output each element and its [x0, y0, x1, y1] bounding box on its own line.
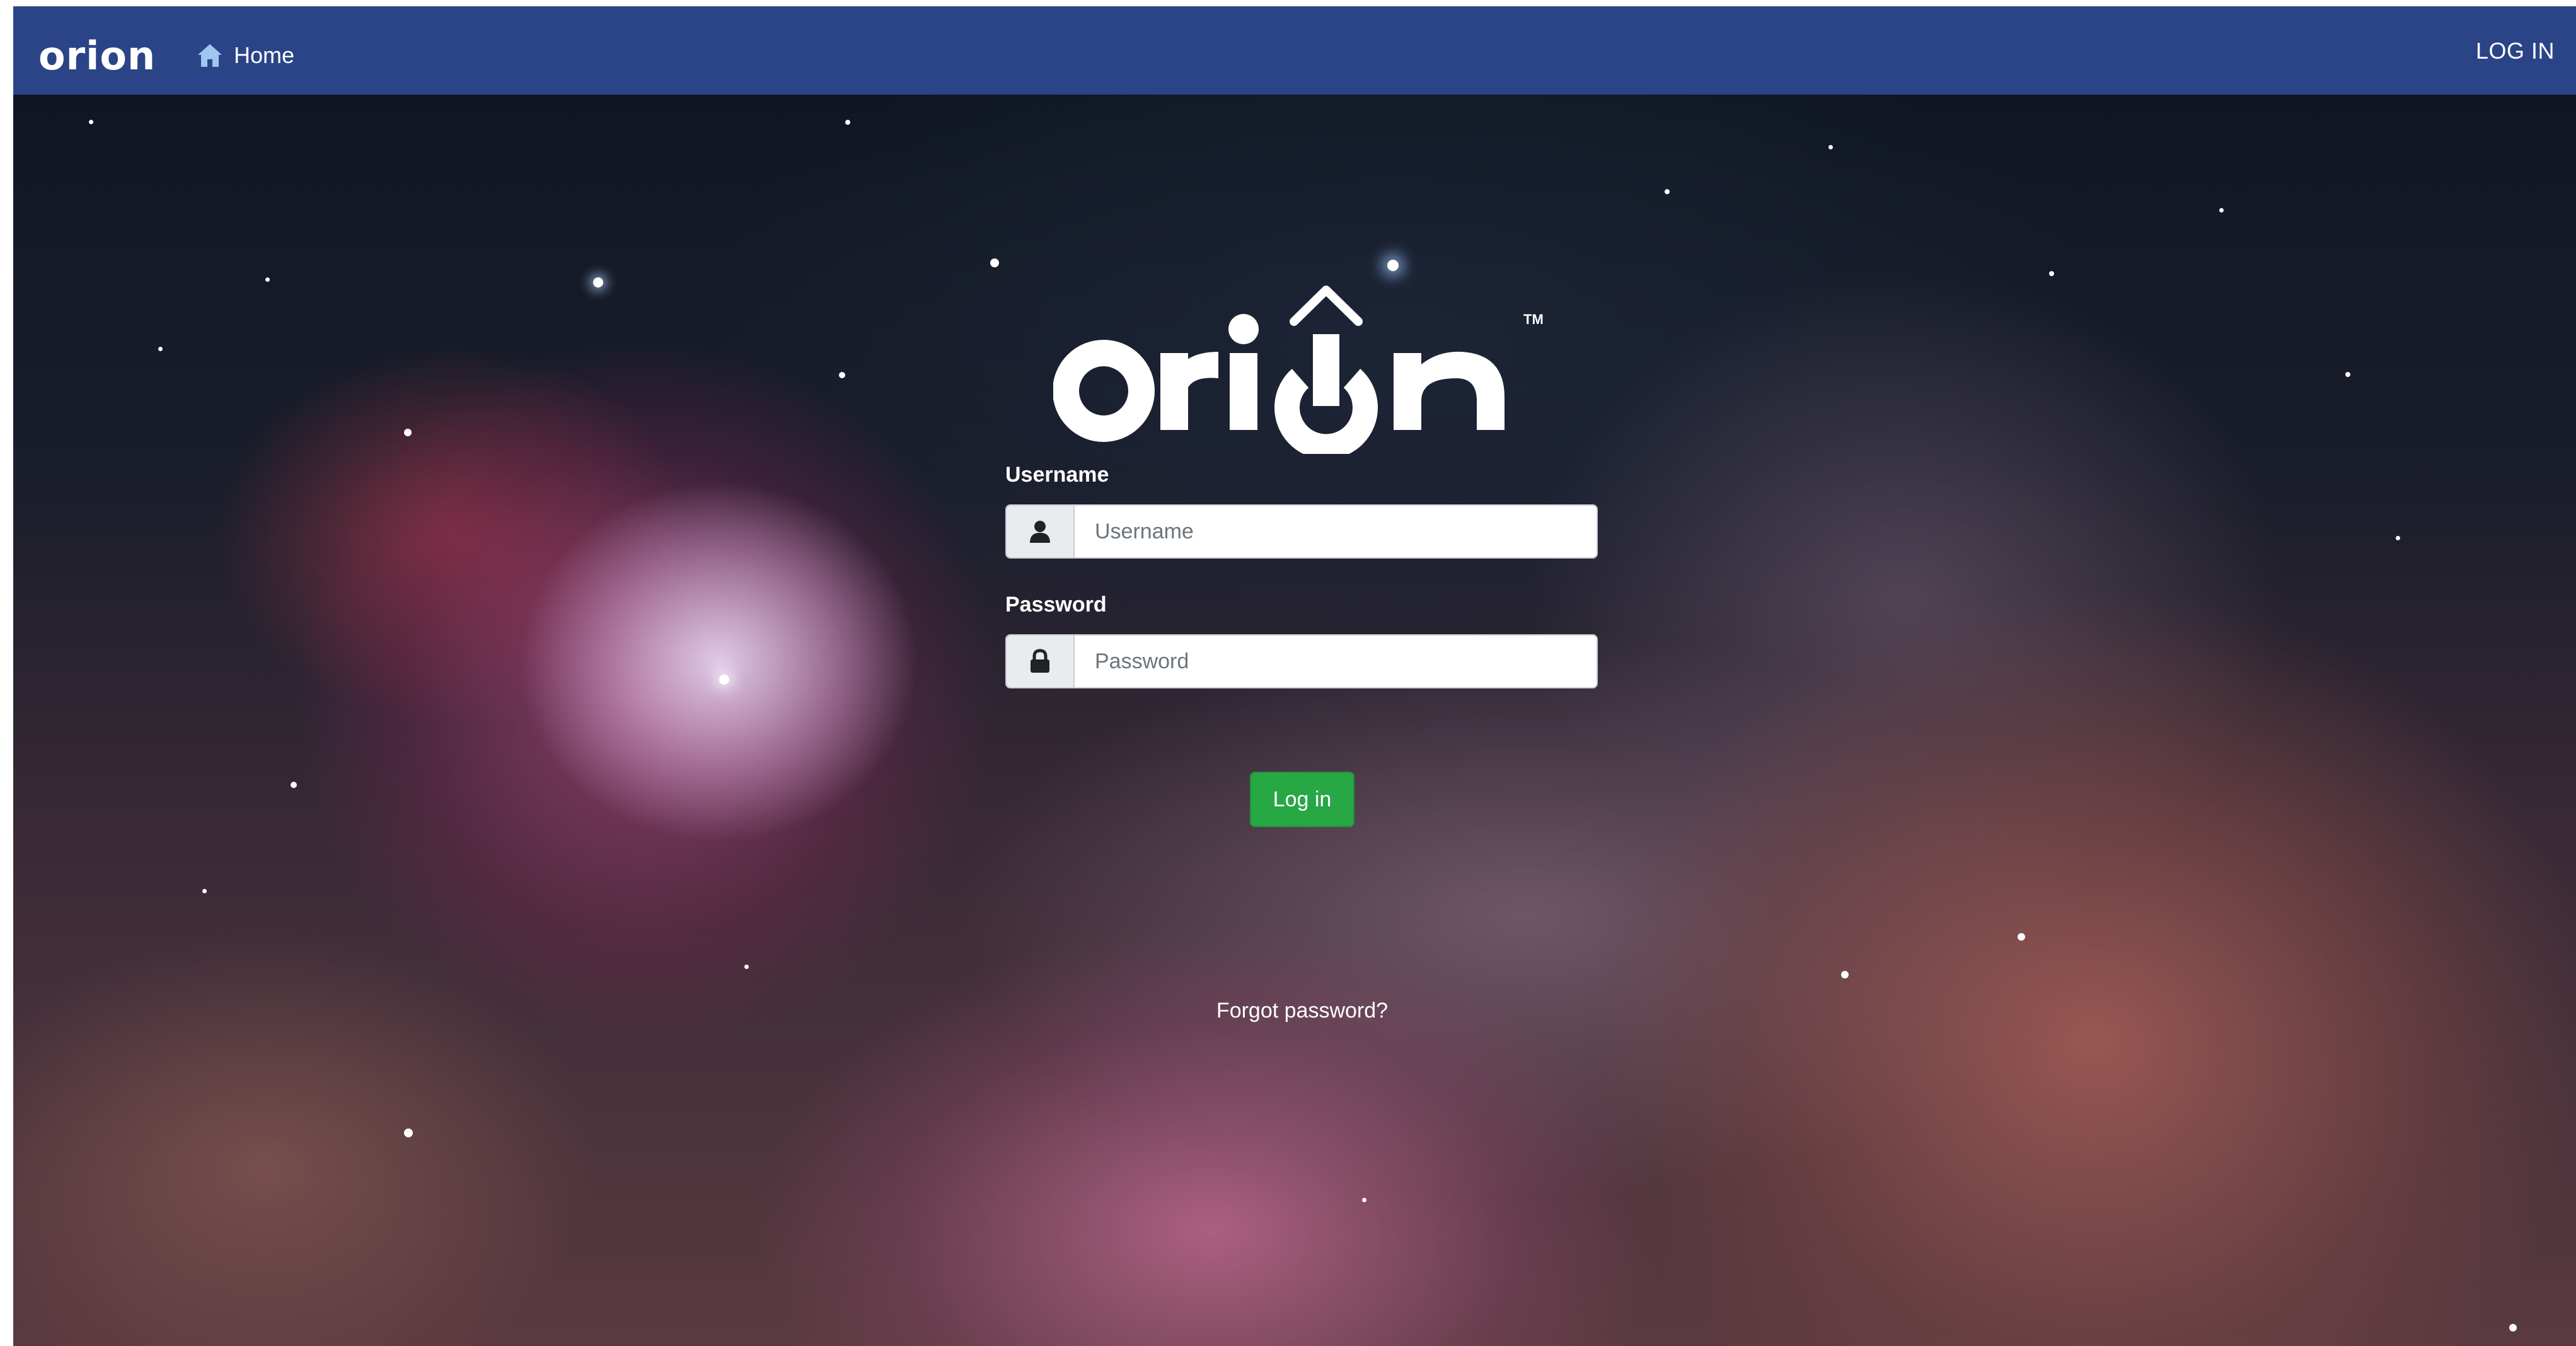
top-navbar: orion Home LOG IN [13, 6, 2576, 95]
star [1387, 260, 1399, 271]
star [1828, 145, 1833, 149]
star [265, 277, 270, 282]
nav-home-label: Home [234, 42, 295, 68]
star [2509, 1324, 2517, 1331]
nav-home-link[interactable]: Home [196, 37, 294, 74]
username-addon [1007, 506, 1075, 557]
login-button[interactable]: Log in [1250, 772, 1354, 827]
star [1841, 971, 1849, 978]
password-label: Password [1005, 593, 1107, 617]
star [990, 258, 999, 267]
star [719, 675, 729, 685]
nav-logo[interactable]: orion [38, 32, 156, 76]
star [404, 1128, 413, 1137]
username-input[interactable] [1075, 506, 1597, 557]
star [1362, 1198, 1366, 1202]
star [291, 782, 297, 788]
star [593, 277, 603, 287]
star [2049, 271, 2054, 276]
star [839, 372, 845, 378]
star [1665, 189, 1670, 194]
user-icon [1030, 521, 1050, 543]
star [202, 889, 207, 893]
star [2396, 536, 2400, 540]
password-addon [1007, 635, 1075, 687]
orion-logo [1053, 286, 1505, 454]
star [744, 965, 749, 969]
nav-logo-text: orion [38, 33, 156, 79]
home-icon [198, 44, 222, 67]
password-input-group [1005, 634, 1598, 688]
nav-login-link[interactable]: LOG IN [2476, 38, 2555, 64]
star [2018, 933, 2025, 941]
star [2219, 208, 2224, 212]
username-input-group [1005, 504, 1598, 559]
trademark-label: TM [1523, 311, 1544, 327]
password-input[interactable] [1075, 635, 1597, 687]
star [158, 347, 163, 351]
app-window: orion Home LOG IN TM Username Username P… [13, 6, 2576, 1346]
lock-icon [1031, 649, 1049, 673]
star [2345, 372, 2350, 377]
username-label: Username [1005, 463, 1109, 487]
star [89, 120, 93, 124]
star [845, 120, 850, 125]
forgot-password-link[interactable]: Forgot password? [1192, 999, 1412, 1023]
star [404, 429, 412, 436]
